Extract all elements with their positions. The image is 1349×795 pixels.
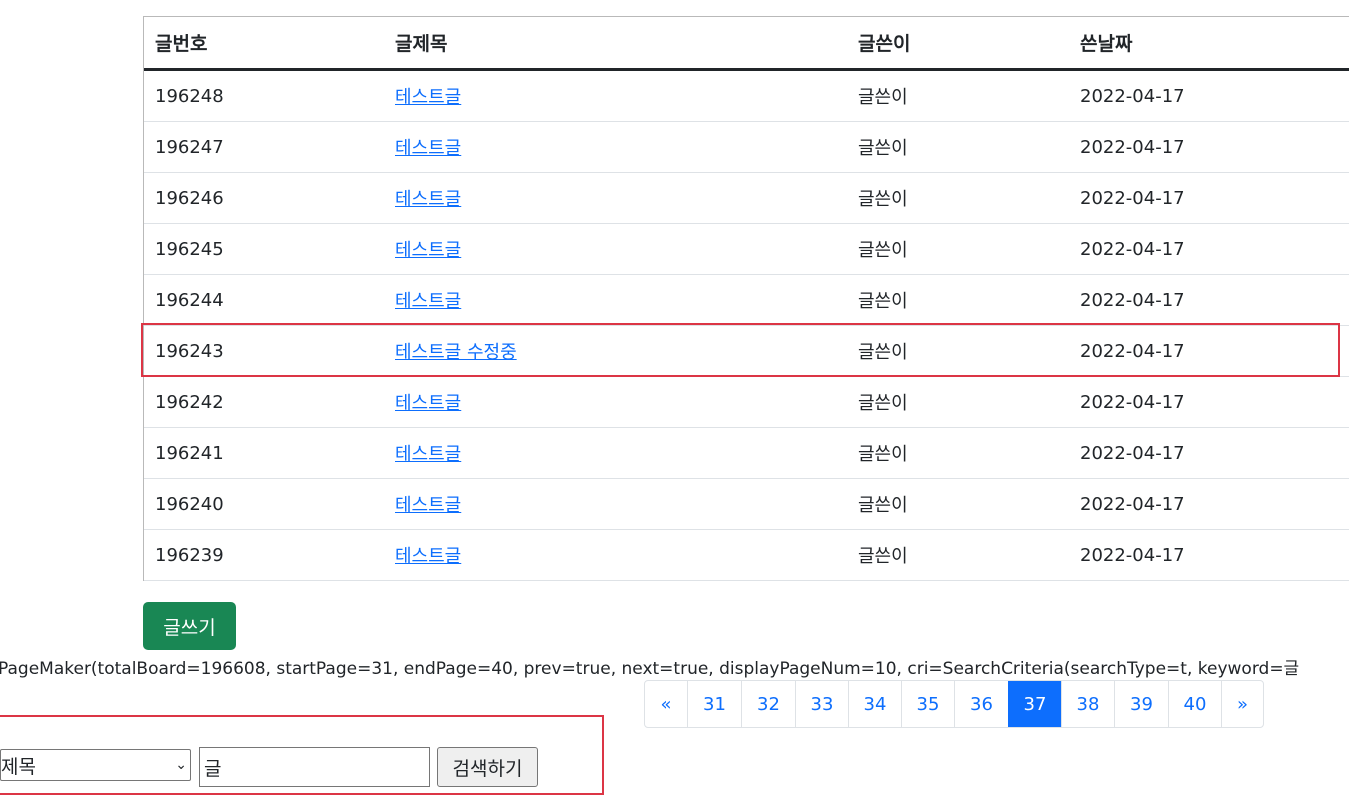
post-title-link[interactable]: 테스트글 [395,491,461,517]
post-title-cell: 테스트글 [395,479,461,529]
post-date: 2022-04-17 [1080,187,1185,209]
post-number: 196247 [155,136,224,158]
post-date: 2022-04-17 [1080,136,1185,158]
post-title-link[interactable]: 테스트글 [395,440,461,466]
table-row: 196246 테스트글 글쓴이 2022-04-17 [144,173,1349,224]
post-number: 196239 [155,544,224,566]
debug-pagemaker-text: PageMaker(totalBoard=196608, startPage=3… [0,659,1300,679]
post-title-cell: 테스트글 [395,428,461,478]
post-title-cell: 테스트글 [395,377,461,427]
post-date: 2022-04-17 [1080,493,1185,515]
post-title-cell: 테스트글 [395,173,461,223]
page-link-35[interactable]: 35 [901,681,954,727]
post-title-link[interactable]: 테스트글 [395,83,461,109]
post-number: 196241 [155,442,224,464]
post-number: 196242 [155,391,224,413]
post-title-link[interactable]: 테스트글 [395,185,461,211]
post-title-cell: 테스트글 [395,122,461,172]
page-link-31[interactable]: 31 [687,681,741,727]
search-type-select[interactable]: 제목 ⌄ [0,749,191,781]
pagination: «31 32 33 34 35 36 37 38 39 40» [644,680,1264,728]
board-table: 글번호 글제목 글쓴이 쓴날짜 196248 테스트글 글쓴이 2022-04-17 1… [143,16,1349,581]
table-row: 196247 테스트글 글쓴이 2022-04-17 [144,122,1349,173]
write-button[interactable]: 글쓰기 [143,602,236,650]
header-writer: 글쓴이 [858,33,911,55]
page-link-32[interactable]: 32 [741,681,795,727]
post-number: 196243 [155,340,224,362]
page-link-38[interactable]: 38 [1061,681,1114,727]
post-title-link[interactable]: 테스트글 [395,389,461,415]
post-number: 196244 [155,289,224,311]
table-row: 196243 테스트글 수정중 글쓴이 2022-04-17 [144,326,1349,377]
post-title-cell: 테스트글 [395,275,461,325]
header-date: 쓴날짜 [1080,33,1133,55]
search-keyword-input[interactable]: 글 [199,747,430,787]
page-next-button[interactable]: » [1221,681,1263,727]
post-writer: 글쓴이 [858,87,908,108]
post-number: 196246 [155,187,224,209]
post-writer: 글쓴이 [858,138,908,159]
post-date: 2022-04-17 [1080,442,1185,464]
post-title-link[interactable]: 테스트글 [395,542,461,568]
post-writer: 글쓴이 [858,291,908,312]
table-row: 196241 테스트글 글쓴이 2022-04-17 [144,428,1349,479]
post-writer: 글쓴이 [858,240,908,261]
search-type-value: 제목 [1,755,36,778]
page-link-40[interactable]: 40 [1168,681,1221,727]
table-header: 글번호 글제목 글쓴이 쓴날짜 [144,17,1349,71]
table-row: 196244 테스트글 글쓴이 2022-04-17 [144,275,1349,326]
post-number: 196248 [155,85,224,107]
post-date: 2022-04-17 [1080,391,1185,413]
post-writer: 글쓴이 [858,546,908,567]
page-link-34[interactable]: 34 [848,681,901,727]
post-title-link[interactable]: 테스트글 [395,236,461,262]
post-writer: 글쓴이 [858,393,908,414]
post-writer: 글쓴이 [858,495,908,516]
table-row: 196248 테스트글 글쓴이 2022-04-17 [144,71,1349,122]
page-link-37[interactable]: 37 [1008,681,1061,727]
page-link-39[interactable]: 39 [1114,681,1168,727]
post-writer: 글쓴이 [858,189,908,210]
post-date: 2022-04-17 [1080,238,1185,260]
header-title: 글제목 [395,33,448,55]
post-date: 2022-04-17 [1080,544,1185,566]
page-link-33[interactable]: 33 [795,681,848,727]
post-title-cell: 테스트글 수정중 [395,326,517,376]
table-row: 196242 테스트글 글쓴이 2022-04-17 [144,377,1349,428]
post-date: 2022-04-17 [1080,340,1185,362]
table-row: 196239 테스트글 글쓴이 2022-04-17 [144,530,1349,581]
page-link-36[interactable]: 36 [954,681,1008,727]
post-date: 2022-04-17 [1080,85,1185,107]
table-row: 196245 테스트글 글쓴이 2022-04-17 [144,224,1349,275]
table-row: 196240 테스트글 글쓴이 2022-04-17 [144,479,1349,530]
post-number: 196245 [155,238,224,260]
post-title-cell: 테스트글 [395,224,461,274]
post-date: 2022-04-17 [1080,289,1185,311]
page-prev-button[interactable]: « [645,681,687,727]
post-title-cell: 테스트글 [395,530,461,580]
post-writer: 글쓴이 [858,342,908,363]
post-writer: 글쓴이 [858,444,908,465]
post-title-link[interactable]: 테스트글 수정중 [395,338,517,364]
search-button[interactable]: 검색하기 [437,747,538,787]
header-no: 글번호 [155,33,208,55]
chevron-down-icon: ⌄ [175,757,187,773]
post-number: 196240 [155,493,224,515]
post-title-link[interactable]: 테스트글 [395,287,461,313]
post-title-cell: 테스트글 [395,71,461,121]
post-title-link[interactable]: 테스트글 [395,134,461,160]
